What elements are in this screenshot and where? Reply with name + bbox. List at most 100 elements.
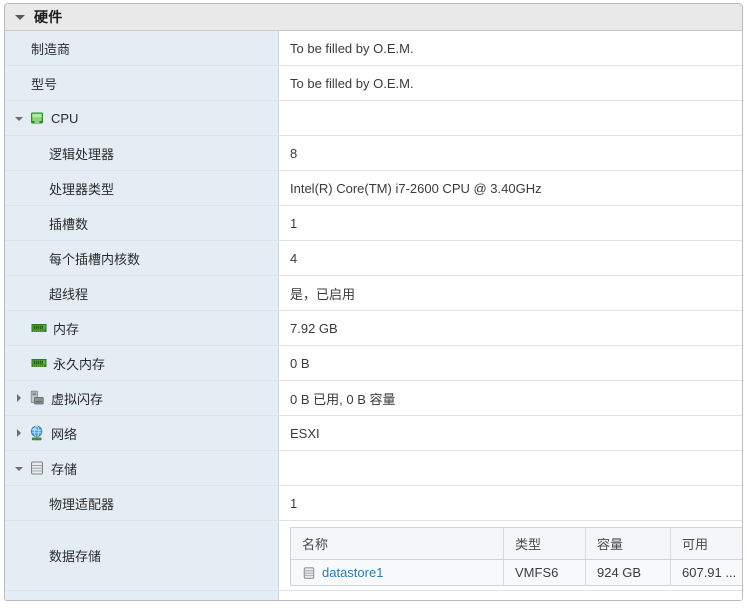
column-header[interactable]: 可用: [670, 527, 742, 560]
property-value-label: ESXI: [290, 425, 320, 441]
property-row: 制造商 To be filled by O.E.M.: [5, 31, 742, 66]
property-value-cell: 1: [279, 486, 742, 520]
cpu-icon: [29, 110, 45, 126]
column-header[interactable]: 名称: [290, 527, 504, 560]
network-globe-icon: [29, 425, 45, 441]
property-key-cell: 每个插槽内核数: [5, 241, 279, 275]
property-value-cell: Intel(R) Core(TM) i7-2600 CPU @ 3.40GHz: [279, 171, 742, 205]
table-header-row: 名称 类型 容量 可用: [290, 527, 742, 560]
datastore-link[interactable]: datastore1: [322, 565, 383, 580]
property-value-label: 是，已启用: [290, 286, 356, 302]
property-row: 网络 ESXI: [5, 416, 742, 451]
property-value-label: 0 B: [290, 355, 310, 371]
property-value-label: 4: [290, 250, 298, 266]
property-key-label: 虚拟闪存: [51, 391, 104, 407]
property-key-label: CPU: [51, 110, 79, 126]
property-key-label: 存储: [51, 461, 78, 477]
hardware-panel-screenshot: 硬件 制造商 To be filled by O.E.M. 型号 To be fill…: [0, 0, 747, 609]
property-row: 处理器类型 Intel(R) Core(TM) i7-2600 CPU @ 3.4…: [5, 171, 742, 206]
property-value-label: To be filled by O.E.M.: [290, 40, 414, 56]
datastore-icon: [302, 566, 316, 580]
property-value-cell: To be filled by O.E.M.: [279, 66, 742, 100]
property-value-cell: To be filled by O.E.M.: [279, 31, 742, 65]
property-key-label: 永久内存: [53, 356, 106, 372]
property-key-label: 每个插槽内核数: [49, 251, 141, 267]
property-key-label: 超线程: [49, 286, 89, 302]
property-key-cell: 处理器类型: [5, 171, 279, 205]
property-value-cell: [279, 101, 742, 135]
hardware-property-grid: 制造商 To be filled by O.E.M. 型号 To be filled …: [5, 31, 742, 600]
property-key-label: 数据存储: [49, 549, 102, 564]
property-key-cell: 插槽数: [5, 206, 279, 240]
property-row: 存储: [5, 451, 742, 486]
chevron-down-icon[interactable]: [14, 11, 26, 23]
panel-header[interactable]: 硬件: [5, 4, 742, 31]
hardware-panel: 硬件 制造商 To be filled by O.E.M. 型号 To be fill…: [4, 3, 743, 601]
flash-device-icon: [29, 390, 45, 406]
chevron-right-icon[interactable]: [14, 393, 25, 404]
property-key-cell: 制造商: [5, 31, 279, 65]
property-value-label: Intel(R) Core(TM) i7-2600 CPU @ 3.40GHz: [290, 180, 542, 196]
datastore-free-cell: 607.91 ...: [670, 559, 742, 586]
property-value-label: 1: [290, 495, 298, 511]
property-value-cell: 是，已启用: [279, 276, 742, 310]
memory-icon: [31, 320, 47, 336]
property-row: 超线程 是，已启用: [5, 276, 742, 311]
property-key-cell: 网络: [5, 416, 279, 450]
property-key-label: 物理适配器: [49, 496, 115, 512]
property-value-cell: 1: [279, 206, 742, 240]
property-value-cell: [279, 451, 742, 485]
datastore-table: 名称 类型 容量 可用 datastore1 VMFS6 924 GB 607.91 ...: [290, 527, 742, 586]
property-key-cell: 数据存储: [5, 521, 279, 590]
property-value-label: To be filled by O.E.M.: [290, 75, 414, 91]
property-key-label: 网络: [51, 426, 78, 442]
datastore-type-cell: VMFS6: [503, 559, 586, 586]
property-row: 虚拟闪存 0 B 已用, 0 B 容量: [5, 381, 742, 416]
property-value-cell: 0 B: [279, 346, 742, 380]
column-header[interactable]: 容量: [585, 527, 671, 560]
property-key-label: 处理器类型: [49, 181, 115, 197]
property-value-label: 7.92 GB: [290, 320, 338, 336]
property-value-cell: ESXI: [279, 416, 742, 450]
property-value-cell: 4: [279, 241, 742, 275]
property-key-cell: CPU: [5, 101, 279, 135]
grid-filler-key: [5, 591, 279, 600]
property-key-cell: 超线程: [5, 276, 279, 310]
property-row: 插槽数 1: [5, 206, 742, 241]
property-row: 数据存储 名称 类型 容量 可用 datastore1 VMFS6 924 GB 607.91 …: [5, 521, 742, 591]
property-key-cell: 内存: [5, 311, 279, 345]
property-key-label: 内存: [53, 321, 80, 337]
property-value-cell: 0 B 已用, 0 B 容量: [279, 381, 742, 415]
property-key-label: 型号: [31, 76, 58, 92]
property-row: 内存 7.92 GB: [5, 311, 742, 346]
property-key-cell: 物理适配器: [5, 486, 279, 520]
property-key-cell: 存储: [5, 451, 279, 485]
property-row: 永久内存 0 B: [5, 346, 742, 381]
table-row[interactable]: datastore1 VMFS6 924 GB 607.91 ...: [290, 559, 742, 586]
property-key-label: 制造商: [31, 41, 71, 57]
chevron-down-icon[interactable]: [14, 113, 25, 124]
property-key-cell: 虚拟闪存: [5, 381, 279, 415]
datastore-capacity-cell: 924 GB: [585, 559, 671, 586]
memory-icon: [31, 355, 47, 371]
datastore-table-wrapper: 名称 类型 容量 可用 datastore1 VMFS6 924 GB 607.91 ...: [290, 526, 742, 586]
property-row: 逻辑处理器 8: [5, 136, 742, 171]
storage-icon: [29, 460, 45, 476]
grid-filler-value: [279, 591, 742, 600]
chevron-right-icon[interactable]: [14, 428, 25, 439]
property-value-label: 1: [290, 215, 298, 231]
property-value-label: 0 B 已用, 0 B 容量: [290, 391, 396, 407]
page-title: 硬件: [34, 9, 63, 25]
property-value-cell: 名称 类型 容量 可用 datastore1 VMFS6 924 GB 607.91 ...: [279, 521, 742, 590]
column-header[interactable]: 类型: [503, 527, 586, 560]
property-row: 物理适配器 1: [5, 486, 742, 521]
property-key-label: 逻辑处理器: [49, 146, 115, 162]
property-key-label: 插槽数: [49, 216, 89, 232]
property-row: 型号 To be filled by O.E.M.: [5, 66, 742, 101]
property-row: 每个插槽内核数 4: [5, 241, 742, 276]
property-value-cell: 7.92 GB: [279, 311, 742, 345]
chevron-down-icon[interactable]: [14, 463, 25, 474]
property-row: CPU: [5, 101, 742, 136]
property-key-cell: 永久内存: [5, 346, 279, 380]
property-value-cell: 8: [279, 136, 742, 170]
